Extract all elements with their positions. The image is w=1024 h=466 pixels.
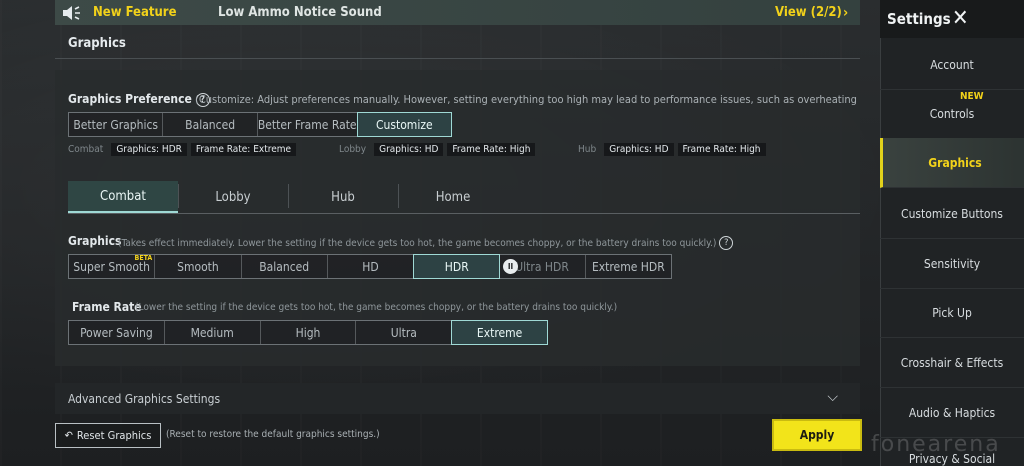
pause-icon[interactable]: II [503, 259, 518, 274]
quality-option-hd[interactable]: HD [328, 255, 415, 278]
reset-hint: (Reset to restore the default graphics s… [166, 429, 380, 440]
reset-icon: ↶ [64, 429, 73, 442]
sidebar-item-audio-haptics[interactable]: Audio & Haptics [880, 388, 1024, 438]
speaker-icon [63, 6, 80, 20]
tab-home[interactable]: Home [398, 181, 508, 213]
frame-rate-label: Frame Rate [72, 300, 142, 314]
notice-view-link[interactable]: View (2/2) [775, 5, 842, 20]
divider [55, 58, 860, 59]
graphics-preference-label-text: Graphics Preference [68, 92, 192, 106]
settings-title: Settings [887, 10, 951, 28]
new-badge: NEW [960, 91, 984, 102]
notice-tag: New Feature [93, 5, 177, 20]
advanced-graphics-label: Advanced Graphics Settings [68, 392, 221, 406]
framerate-option-power-saving[interactable]: Power Saving [69, 321, 165, 344]
reset-graphics-button[interactable]: ↶ Reset Graphics [55, 423, 161, 448]
quality-option-extreme-hdr[interactable]: Extreme HDR [586, 255, 671, 278]
framerate-option-ultra[interactable]: Ultra [356, 321, 453, 344]
graphics-preference-selector: Better Graphics Balanced Better Frame Ra… [68, 112, 452, 137]
summary-lobby: Lobby Graphics: HD Frame Rate: High [339, 143, 536, 156]
sidebar-item-customize-buttons[interactable]: Customize Buttons [880, 189, 1024, 239]
sidebar-item-account[interactable]: Account [880, 40, 1024, 90]
sidebar-item-sensitivity[interactable]: Sensitivity [880, 239, 1024, 289]
chevron-down-icon[interactable]: ⌵ [827, 389, 838, 405]
summary-label: Lobby [339, 144, 367, 155]
frame-rate-description: (Lower the setting if the device gets to… [135, 302, 618, 313]
notice-message: Low Ammo Notice Sound [218, 5, 382, 20]
tab-combat[interactable]: Combat [68, 181, 178, 213]
summary-combat: Combat Graphics: HDR Frame Rate: Extreme [68, 143, 297, 156]
close-icon[interactable]: ✕ [952, 6, 969, 31]
framerate-option-high[interactable]: High [261, 321, 357, 344]
pref-option-customize[interactable]: Customize [356, 112, 452, 137]
reset-graphics-label: Reset Graphics [76, 429, 152, 442]
quality-option-smooth[interactable]: Smooth [155, 255, 242, 278]
help-icon[interactable]: ? [719, 236, 734, 250]
apply-button[interactable]: Apply [774, 421, 860, 449]
framerate-option-extreme[interactable]: Extreme [451, 320, 548, 345]
chevron-right-icon[interactable]: › [843, 5, 848, 21]
pref-option-better-frame-rate[interactable]: Better Frame Rate [258, 113, 358, 136]
summary-graphics-chip: Graphics: HDR [111, 143, 187, 156]
summary-label: Combat [68, 144, 104, 155]
feature-notice-bar[interactable]: New Feature Low Ammo Notice Sound View (… [55, 0, 860, 25]
summary-framerate-chip: Frame Rate: High [447, 143, 536, 156]
pref-option-better-graphics[interactable]: Better Graphics [69, 113, 164, 136]
summary-hub: Hub Graphics: HD Frame Rate: High [578, 143, 766, 156]
pref-option-balanced[interactable]: Balanced [163, 113, 258, 136]
graphics-quality-description: (Takes effect immediately. Lower the set… [118, 236, 734, 250]
section-title: Graphics [68, 36, 126, 51]
tab-hub[interactable]: Hub [288, 181, 398, 213]
sidebar-item-crosshair-effects[interactable]: Crosshair & Effects [880, 338, 1024, 388]
summary-graphics-chip: Graphics: HD [374, 143, 444, 156]
watermark: fonearena [871, 432, 1001, 457]
sidebar-item-pick-up[interactable]: Pick Up [880, 288, 1024, 338]
mode-tabs: Combat Lobby Hub Home [68, 181, 860, 214]
advanced-graphics-settings[interactable]: Advanced Graphics Settings ⌵ [55, 383, 860, 414]
quality-option-balanced[interactable]: Balanced [242, 255, 328, 278]
graphics-quality-label: Graphics [68, 234, 122, 248]
sidebar-item-graphics[interactable]: Graphics [880, 138, 1024, 188]
graphics-preference-label: Graphics Preference ? [68, 92, 210, 107]
tab-lobby[interactable]: Lobby [178, 181, 288, 213]
graphics-preference-description: (Customize: Adjust preferences manually.… [195, 93, 857, 106]
quality-option-hdr[interactable]: HDR [413, 254, 501, 279]
graphics-quality-selector: Super Smooth BETA Smooth Balanced HD HDR… [68, 254, 672, 279]
graphics-quality-description-text: (Takes effect immediately. Lower the set… [118, 238, 717, 249]
framerate-option-medium[interactable]: Medium [165, 321, 261, 344]
summary-label: Hub [578, 144, 597, 155]
quality-option-super-smooth[interactable]: Super Smooth BETA [69, 254, 156, 278]
summary-framerate-chip: Frame Rate: High [677, 143, 766, 156]
beta-badge: BETA [134, 254, 153, 262]
summary-framerate-chip: Frame Rate: Extreme [190, 143, 297, 156]
summary-graphics-chip: Graphics: HD [604, 143, 674, 156]
sidebar-item-controls[interactable]: Controls [880, 89, 1024, 139]
frame-rate-selector: Power Saving Medium High Ultra Extreme [68, 320, 548, 345]
